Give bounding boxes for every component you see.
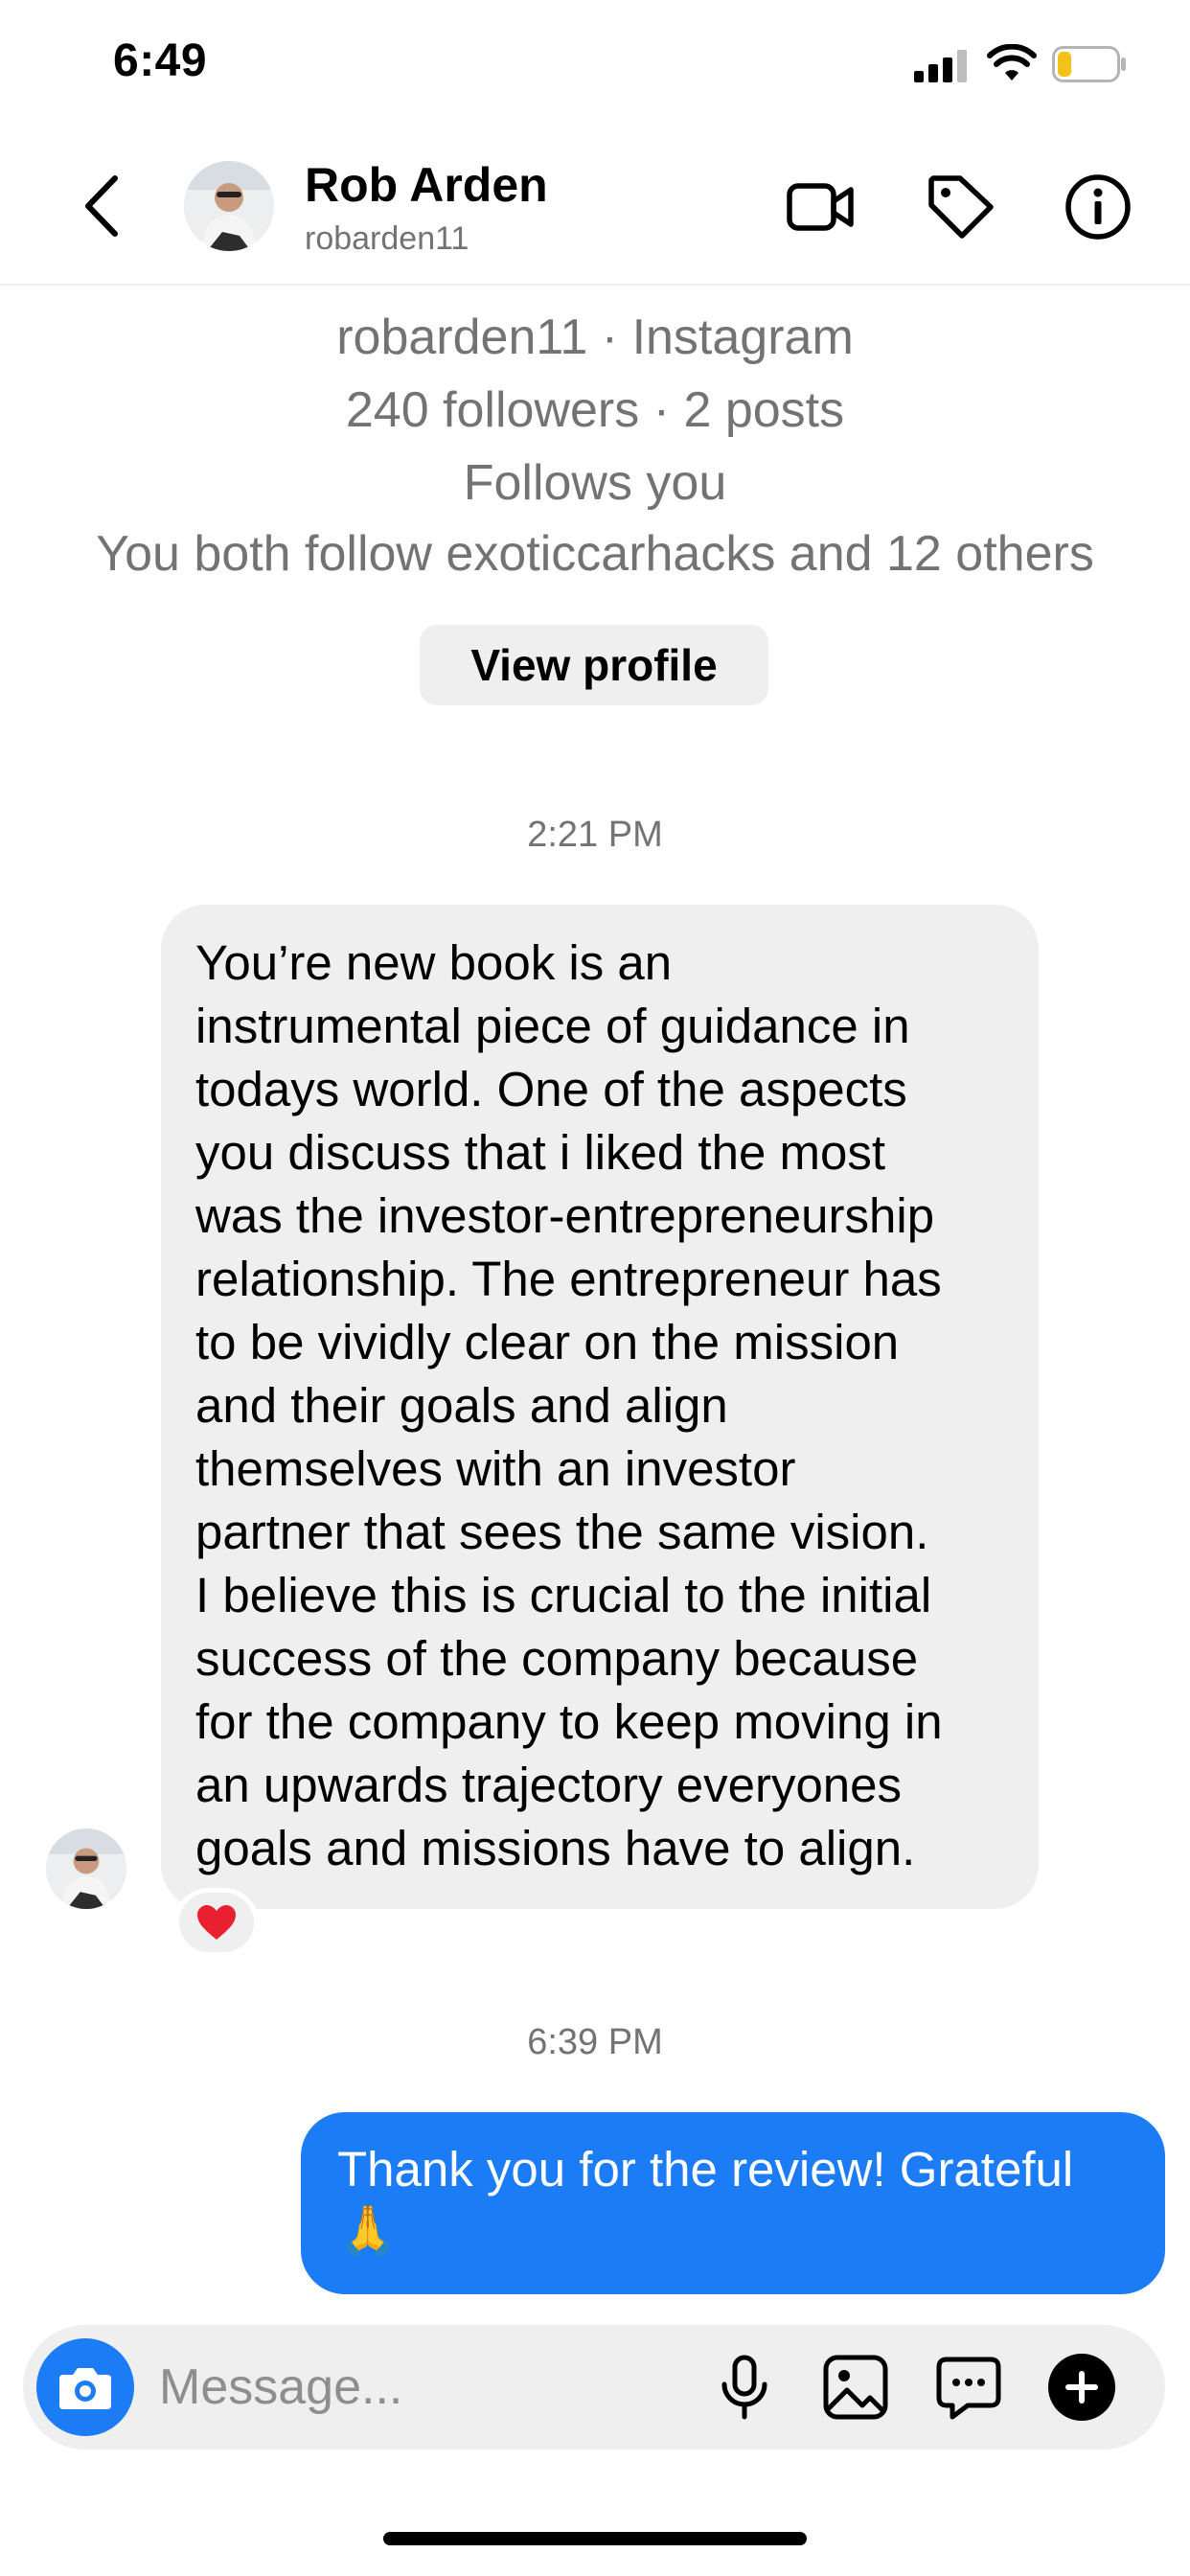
message-line: I believe this is crucial to the initial xyxy=(195,1568,932,1622)
view-profile-button[interactable]: View profile xyxy=(420,625,768,705)
header-divider xyxy=(0,284,1190,286)
message-line: you discuss that i liked the most xyxy=(195,1125,886,1180)
message-input[interactable] xyxy=(159,2344,696,2430)
back-chevron-icon[interactable] xyxy=(79,172,123,240)
message-line: 🙏 xyxy=(337,2203,399,2258)
message-line: success of the company because xyxy=(195,1631,919,1686)
message-line: goals and missions have to align. xyxy=(195,1821,916,1875)
heart-reaction[interactable]: ❤️ xyxy=(174,1888,259,1957)
follows-you-label: Follows you xyxy=(463,455,727,511)
message-timestamp: 2:21 PM xyxy=(527,815,663,855)
sticker-chat-icon[interactable] xyxy=(933,2352,1004,2423)
message-line: themselves with an investor xyxy=(195,1441,796,1496)
message-line: was the investor-entrepreneurship xyxy=(195,1188,935,1243)
message-line: to be vividly clear on the mission xyxy=(195,1315,900,1369)
message-timestamp: 6:39 PM xyxy=(527,2022,663,2062)
message-line: relationship. The entrepreneur has xyxy=(195,1252,942,1306)
info-icon[interactable] xyxy=(1062,171,1134,243)
mutual-followers: You both follow exoticcarhacks and 12 ot… xyxy=(96,526,1094,582)
contact-name[interactable]: Rob Arden xyxy=(305,157,548,213)
gallery-icon[interactable] xyxy=(820,2352,891,2423)
message-line: instrumental piece of guidance in xyxy=(195,999,910,1053)
battery-icon xyxy=(1052,46,1126,82)
profile-stats: 240 followers · 2 posts xyxy=(345,382,845,438)
plus-icon[interactable] xyxy=(1046,2352,1117,2423)
status-time: 6:49 xyxy=(113,35,208,86)
message-line: partner that sees the same vision. xyxy=(195,1505,929,1559)
message-line: an upwards trajectory everyones xyxy=(195,1758,903,1812)
camera-icon xyxy=(59,2368,111,2409)
video-camera-icon[interactable] xyxy=(784,171,857,243)
tag-icon[interactable] xyxy=(924,171,996,243)
contact-username: robarden11 xyxy=(305,220,469,257)
profile-source: robarden11 · Instagram xyxy=(336,310,854,365)
message-line: todays world. One of the aspects xyxy=(195,1062,907,1116)
message-line: for the company to keep moving in xyxy=(195,1694,943,1749)
home-indicator[interactable] xyxy=(383,2532,807,2545)
message-line: Thank you for the review! Grateful xyxy=(337,2142,1074,2196)
cellular-signal-icon xyxy=(914,50,967,82)
heart-icon xyxy=(197,1905,236,1940)
message-line: You’re new book is an xyxy=(195,935,673,990)
header-avatar[interactable] xyxy=(184,161,274,251)
sender-avatar[interactable] xyxy=(46,1828,126,1909)
sent-message-bubble[interactable]: Thank you for the review! Grateful 🙏 xyxy=(301,2112,1165,2294)
received-message-bubble[interactable]: You’re new book is an instrumental piece… xyxy=(161,905,1039,1909)
wifi-icon xyxy=(987,44,1037,80)
message-line: and their goals and align xyxy=(195,1378,728,1433)
camera-button[interactable] xyxy=(36,2338,134,2436)
microphone-icon[interactable] xyxy=(709,2352,780,2423)
